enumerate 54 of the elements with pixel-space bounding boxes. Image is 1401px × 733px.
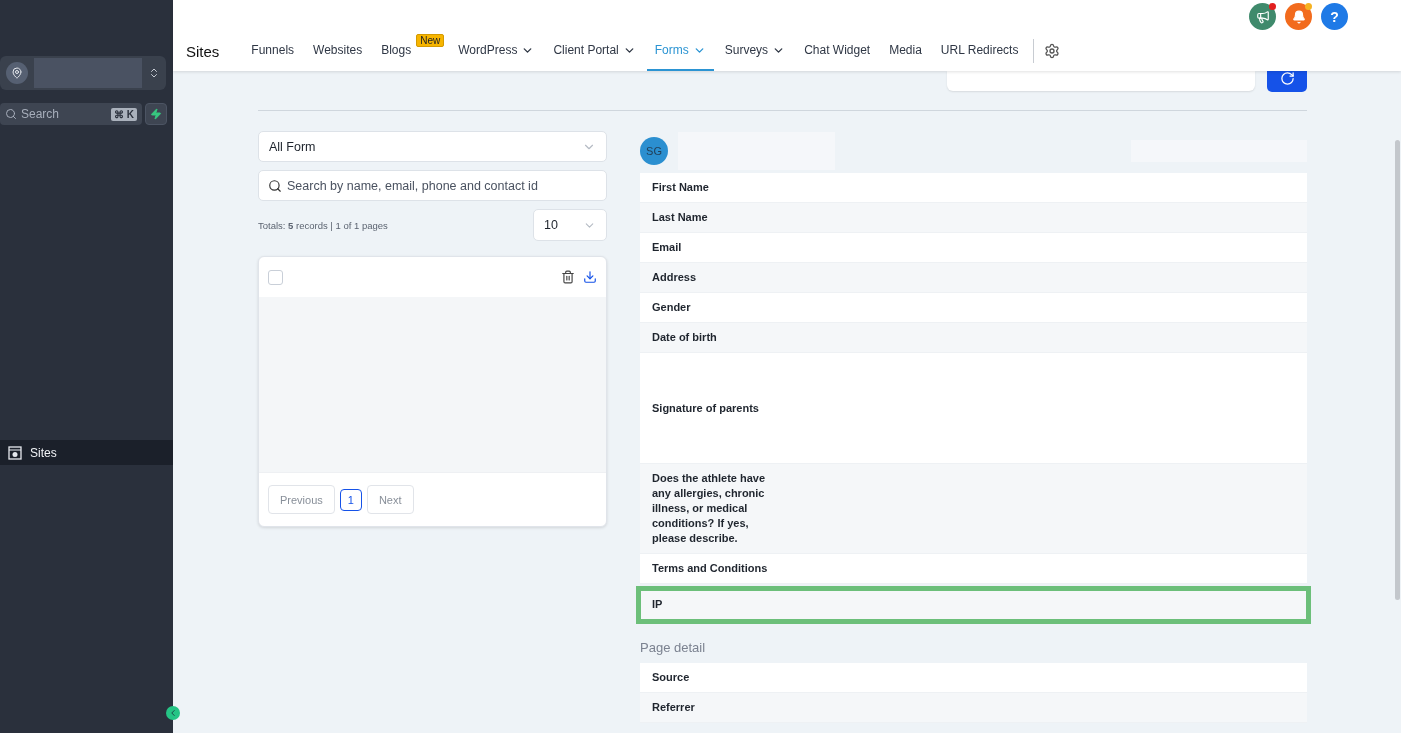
nav-tab[interactable]: Client Portal <box>545 31 644 71</box>
nav-tab[interactable]: Funnels <box>243 31 303 71</box>
collapse-button[interactable] <box>166 706 180 720</box>
field-label: Gender <box>652 300 692 315</box>
chevrons-icon <box>148 67 160 79</box>
page-size-select[interactable]: 10 <box>533 209 607 241</box>
form-select[interactable]: All Form <box>258 131 607 162</box>
scrollbar[interactable] <box>1395 140 1400 600</box>
nav-tab[interactable]: URL Redirects <box>932 31 1027 71</box>
shortcut-key: ⌘ K <box>111 107 137 121</box>
nav-tab[interactable]: Media <box>881 31 930 71</box>
section-title: Page detail <box>640 640 707 655</box>
search-placeholder: Search <box>21 107 60 121</box>
trash-icon[interactable] <box>561 270 575 284</box>
lightning-button[interactable] <box>145 103 167 125</box>
nav-tab[interactable]: Chat Widget <box>796 31 879 71</box>
page-title: Sites <box>186 42 220 60</box>
field-label: IP <box>652 597 664 612</box>
field-label: Last Name <box>652 210 709 225</box>
pagination-button[interactable]: 1 <box>339 488 362 511</box>
field-label: Address <box>652 270 698 285</box>
field-label: Does the athlete have any allergies, chronic illness, or medical conditions? If yes, please describe. <box>652 471 767 546</box>
new-badge: New <box>416 34 445 47</box>
location-pin-icon <box>11 67 23 79</box>
field-label: Source <box>652 670 691 685</box>
chevron-left-icon <box>168 708 178 718</box>
announcements-button[interactable] <box>1249 3 1276 30</box>
field-label: Terms and Conditions <box>652 561 769 576</box>
search-field[interactable]: Search by name, email, phone and contact id <box>258 170 607 201</box>
search-icon <box>5 108 17 120</box>
field-label: Referrer <box>652 700 696 715</box>
location-switcher[interactable] <box>0 56 166 90</box>
field-label: Email <box>652 240 683 255</box>
field-label: Date of birth <box>652 330 718 345</box>
totals-text: Totals: 5 records | 1 of 1 pages <box>258 219 388 231</box>
bell-icon <box>1291 9 1306 24</box>
select-all-checkbox[interactable] <box>268 269 283 285</box>
search-icon <box>268 179 282 193</box>
search-field[interactable]: Search ⌘ K <box>0 103 142 125</box>
help-button[interactable]: ? <box>1321 3 1348 30</box>
nav-tab[interactable]: Websites <box>305 31 371 71</box>
nav-tab[interactable]: WordPress <box>450 31 543 71</box>
field-label: First Name <box>652 180 710 195</box>
nav-tab[interactable]: Surveys <box>716 31 794 71</box>
notifications-button[interactable] <box>1285 3 1312 30</box>
lightning-icon <box>150 108 162 120</box>
megaphone-icon <box>1255 9 1270 24</box>
browser-globe-icon <box>8 445 22 460</box>
refresh-button[interactable] <box>1267 71 1307 92</box>
settings-icon[interactable] <box>1044 43 1061 59</box>
avatar: SG <box>640 137 668 165</box>
download-icon[interactable] <box>583 270 597 284</box>
field-label: Signature of parents <box>652 400 760 416</box>
sidebar-item[interactable]: Sites <box>0 440 173 465</box>
